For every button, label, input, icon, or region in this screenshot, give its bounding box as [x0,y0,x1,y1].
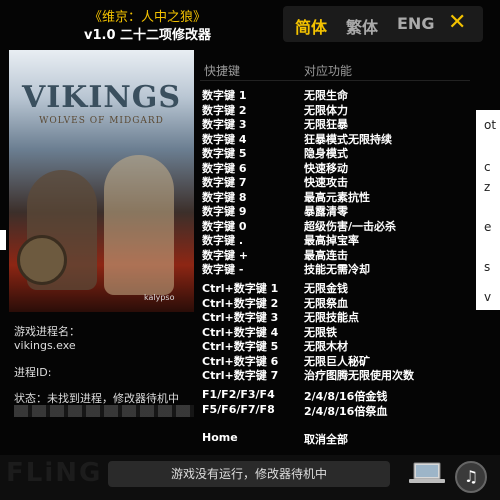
fragment-text: z [484,180,491,194]
fragment-text: ot [484,118,497,132]
background-window-edge [0,230,6,250]
ctrl-hotkey-key: Ctrl+数字键 5 [202,340,279,353]
cover-logo: VIKINGS [21,80,182,115]
music-icon[interactable]: ♫ [455,461,487,493]
numpad-hotkey-key: 数字键 . [202,234,244,247]
ctrl-hotkey-function: 无限木材 [304,340,348,353]
function-hotkey-key: F5/F6/F7/F8 [202,403,275,416]
numpad-hotkey-function: 技能无需冷却 [304,263,370,276]
trainer-version: v1.0 二十二项修改器 [83,28,212,43]
ctrl-hotkey-key: Ctrl+数字键 7 [202,369,279,382]
ctrl-hotkey-function: 无限技能点 [304,311,359,324]
column-function-header: 对应功能 [304,64,353,78]
lang-simplified-button[interactable]: 简体 [295,14,327,38]
numpad-hotkey-function: 无限生命 [304,89,348,102]
ctrl-hotkey-function: 无限金钱 [304,282,348,295]
numpad-hotkey-function: 快速攻击 [304,176,348,189]
status-label: 状态：未找到进程，修改器待机中 [14,392,179,405]
column-key-header: 快捷键 [204,64,241,78]
fragment-text: v [484,290,492,304]
numpad-hotkey-key: 数字键 3 [202,118,247,131]
numpad-hotkey-key: 数字键 9 [202,205,247,218]
numpad-hotkey-function: 无限狂暴 [304,118,348,131]
ctrl-hotkey-function: 治疗图腾无限使用次数 [304,369,414,382]
numpad-hotkey-function: 最高掉宝率 [304,234,359,247]
blurred-text [14,405,194,417]
process-name-value: vikings.exe [14,339,76,352]
lang-traditional-button[interactable]: 繁体 [346,14,378,38]
fragment-text: c [484,160,491,174]
cover-subtitle: WOLVES OF MIDGARD [39,116,164,126]
home-hotkey-function: 取消全部 [304,433,348,446]
background-window-fragment: ot c z e s v [476,110,500,310]
function-hotkey-key: F1/F2/F3/F4 [202,388,275,401]
trainer-window: 《维京：人中之狼》 v1.0 二十二项修改器 简体 繁体 ENG ✕ VIKIN… [0,0,500,500]
cover-shield [17,235,67,285]
home-hotkey-key: Home [202,431,238,444]
numpad-hotkey-key: 数字键 5 [202,147,247,160]
close-icon[interactable]: ✕ [448,10,466,35]
game-title: 《维京：人中之狼》 [88,10,206,25]
numpad-hotkey-function: 暴露清零 [304,205,348,218]
process-id-label: 进程ID: [14,366,52,379]
laptop-icon[interactable] [408,462,446,484]
ctrl-hotkey-key: Ctrl+数字键 3 [202,311,279,324]
header-divider [200,80,470,81]
numpad-hotkey-key: 数字键 7 [202,176,247,189]
numpad-hotkey-key: 数字键 - [202,263,244,276]
ctrl-hotkey-key: Ctrl+数字键 1 [202,282,279,295]
status-bar: 游戏没有运行，修改器待机中 [108,461,390,487]
publisher-logo: kalypso [144,293,175,302]
cover-shieldmaiden [104,155,174,295]
numpad-hotkey-key: 数字键 1 [202,89,247,102]
process-name-label: 游戏进程名： [14,325,80,338]
brand-watermark: FLiNG [6,458,103,488]
numpad-hotkey-function: 隐身模式 [304,147,348,160]
fragment-text: e [484,220,492,234]
function-hotkey-function: 2/4/8/16倍金钱 [304,390,388,403]
game-cover-image: VIKINGS WOLVES OF MIDGARD kalypso [9,50,194,312]
language-bar: 简体 繁体 ENG ✕ [283,6,483,42]
lang-english-button[interactable]: ENG [397,14,434,33]
fragment-text: s [484,260,491,274]
function-hotkey-function: 2/4/8/16倍祭血 [304,405,388,418]
